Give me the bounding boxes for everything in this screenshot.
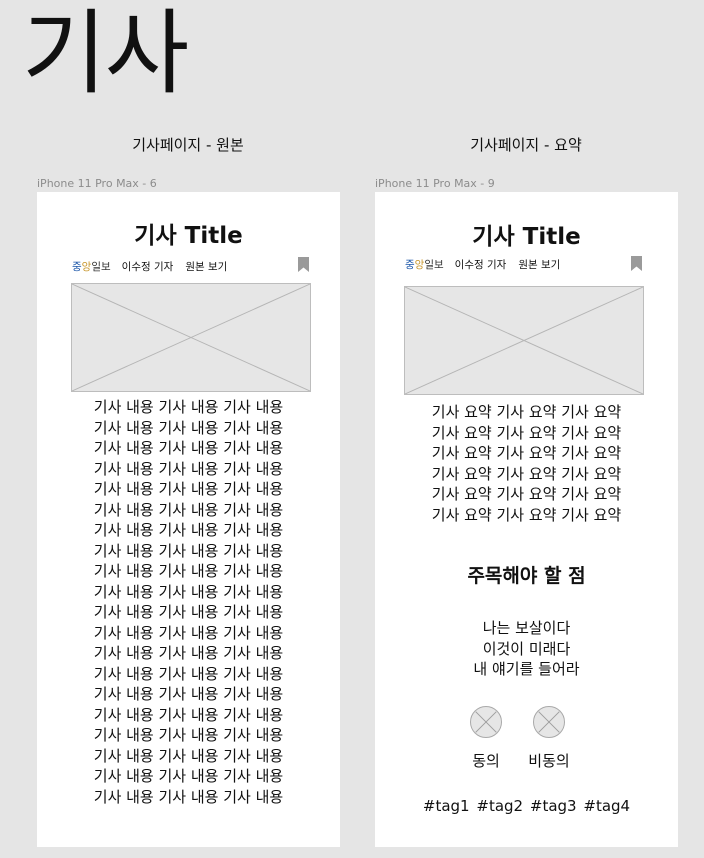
body-line: 기사 내용 기사 내용 기사 내용 bbox=[93, 767, 284, 785]
body-line: 기사 내용 기사 내용 기사 내용 bbox=[93, 705, 284, 724]
page-title: 기사 bbox=[22, 0, 189, 107]
body-line: 기사 내용 기사 내용 기사 내용 bbox=[93, 439, 284, 457]
body-line: 기사 내용 기사 내용 기사 내용 bbox=[93, 398, 284, 416]
article-frame-original: 기사 Title 중앙일보 이수정 기자 원본 보기 기사 내용 기사 내용 기… bbox=[37, 192, 340, 847]
summary-line: 기사 요약 기사 요약 기사 요약 bbox=[431, 464, 622, 483]
body-line: 기사 내용 기사 내용 기사 내용 bbox=[93, 787, 284, 806]
article-summary: 기사 요약 기사 요약 기사 요약 기사 요약 기사 요약 기사 요약 기사 요… bbox=[375, 402, 678, 525]
summary-line: 기사 요약 기사 요약 기사 요약 bbox=[431, 485, 622, 503]
body-line: 기사 내용 기사 내용 기사 내용 bbox=[93, 726, 284, 744]
article-title: 기사 Title bbox=[472, 224, 581, 250]
logo-part: 일보 bbox=[91, 261, 111, 273]
logo-part: 앙 bbox=[81, 261, 92, 273]
tag[interactable]: #tag4 bbox=[583, 797, 630, 815]
tag-list: #tag1 #tag2 #tag3 #tag4 bbox=[375, 797, 678, 815]
body-line: 기사 내용 기사 내용 기사 내용 bbox=[93, 746, 284, 765]
quote-line: 이것이 미래다 bbox=[482, 639, 571, 658]
article-image-placeholder bbox=[71, 283, 311, 392]
tag[interactable]: #tag2 bbox=[476, 797, 523, 815]
summary-line: 기사 요약 기사 요약 기사 요약 bbox=[431, 423, 622, 442]
agree-icon bbox=[475, 711, 497, 733]
tag[interactable]: #tag1 bbox=[423, 797, 470, 815]
summary-line: 기사 요약 기사 요약 기사 요약 bbox=[431, 505, 622, 524]
body-line: 기사 내용 기사 내용 기사 내용 bbox=[93, 562, 284, 580]
summary-line: 기사 요약 기사 요약 기사 요약 bbox=[431, 444, 622, 462]
article-title: 기사 Title bbox=[134, 223, 243, 249]
bookmark-icon[interactable] bbox=[298, 257, 309, 272]
logo-part: 중 bbox=[405, 259, 415, 271]
logo-part: 중 bbox=[72, 261, 82, 273]
logo-part: 앙 bbox=[414, 259, 425, 271]
body-line: 기사 내용 기사 내용 기사 내용 bbox=[93, 541, 284, 560]
frame-heading-summary: 기사페이지 - 요약 bbox=[470, 136, 582, 154]
highlight-section-title: 주목해야 할 점 bbox=[467, 565, 586, 587]
disagree-label[interactable]: 비동의 bbox=[517, 750, 581, 771]
body-line: 기사 내용 기사 내용 기사 내용 bbox=[93, 644, 284, 662]
reporter-name[interactable]: 이수정 기자 bbox=[122, 259, 174, 274]
article-frame-summary: 기사 Title 중앙일보 이수정 기자 원본 보기 기사 요약 기사 요약 기… bbox=[375, 192, 678, 847]
device-label-summary: iPhone 11 Pro Max - 9 bbox=[375, 177, 495, 190]
summary-line: 기사 요약 기사 요약 기사 요약 bbox=[431, 403, 622, 421]
body-line: 기사 내용 기사 내용 기사 내용 bbox=[93, 521, 284, 539]
article-meta: 중앙일보 이수정 기자 원본 보기 bbox=[72, 259, 227, 274]
highlight-quote: 나는 보살이다 이것이 미래다 내 얘기를 들어라 bbox=[375, 618, 678, 680]
logo-part: 일보 bbox=[424, 259, 444, 271]
agree-label[interactable]: 동의 bbox=[461, 750, 511, 771]
body-line: 기사 내용 기사 내용 기사 내용 bbox=[93, 418, 284, 437]
disagree-button[interactable] bbox=[533, 706, 565, 738]
reporter-name[interactable]: 이수정 기자 bbox=[455, 257, 507, 272]
body-line: 기사 내용 기사 내용 기사 내용 bbox=[93, 664, 284, 683]
agree-button[interactable] bbox=[470, 706, 502, 738]
quote-line: 내 얘기를 들어라 bbox=[473, 660, 580, 678]
article-image-placeholder bbox=[404, 286, 644, 395]
frame-heading-original: 기사페이지 - 원본 bbox=[132, 136, 244, 154]
article-body: 기사 내용 기사 내용 기사 내용 기사 내용 기사 내용 기사 내용 기사 내… bbox=[37, 397, 340, 807]
view-original-link[interactable]: 원본 보기 bbox=[518, 257, 560, 272]
news-source-logo[interactable]: 중앙일보 bbox=[72, 259, 111, 274]
body-line: 기사 내용 기사 내용 기사 내용 bbox=[93, 582, 284, 601]
device-label-original: iPhone 11 Pro Max - 6 bbox=[37, 177, 157, 190]
bookmark-icon[interactable] bbox=[631, 256, 642, 271]
body-line: 기사 내용 기사 내용 기사 내용 bbox=[93, 623, 284, 642]
body-line: 기사 내용 기사 내용 기사 내용 bbox=[93, 480, 284, 498]
view-original-link[interactable]: 원본 보기 bbox=[185, 259, 227, 274]
body-line: 기사 내용 기사 내용 기사 내용 bbox=[93, 459, 284, 478]
tag[interactable]: #tag3 bbox=[530, 797, 577, 815]
body-line: 기사 내용 기사 내용 기사 내용 bbox=[93, 500, 284, 519]
disagree-icon bbox=[538, 711, 560, 733]
quote-line: 나는 보살이다 bbox=[482, 619, 571, 637]
news-source-logo[interactable]: 중앙일보 bbox=[405, 257, 444, 272]
body-line: 기사 내용 기사 내용 기사 내용 bbox=[93, 603, 284, 621]
body-line: 기사 내용 기사 내용 기사 내용 bbox=[93, 685, 284, 703]
article-meta: 중앙일보 이수정 기자 원본 보기 bbox=[405, 257, 560, 272]
